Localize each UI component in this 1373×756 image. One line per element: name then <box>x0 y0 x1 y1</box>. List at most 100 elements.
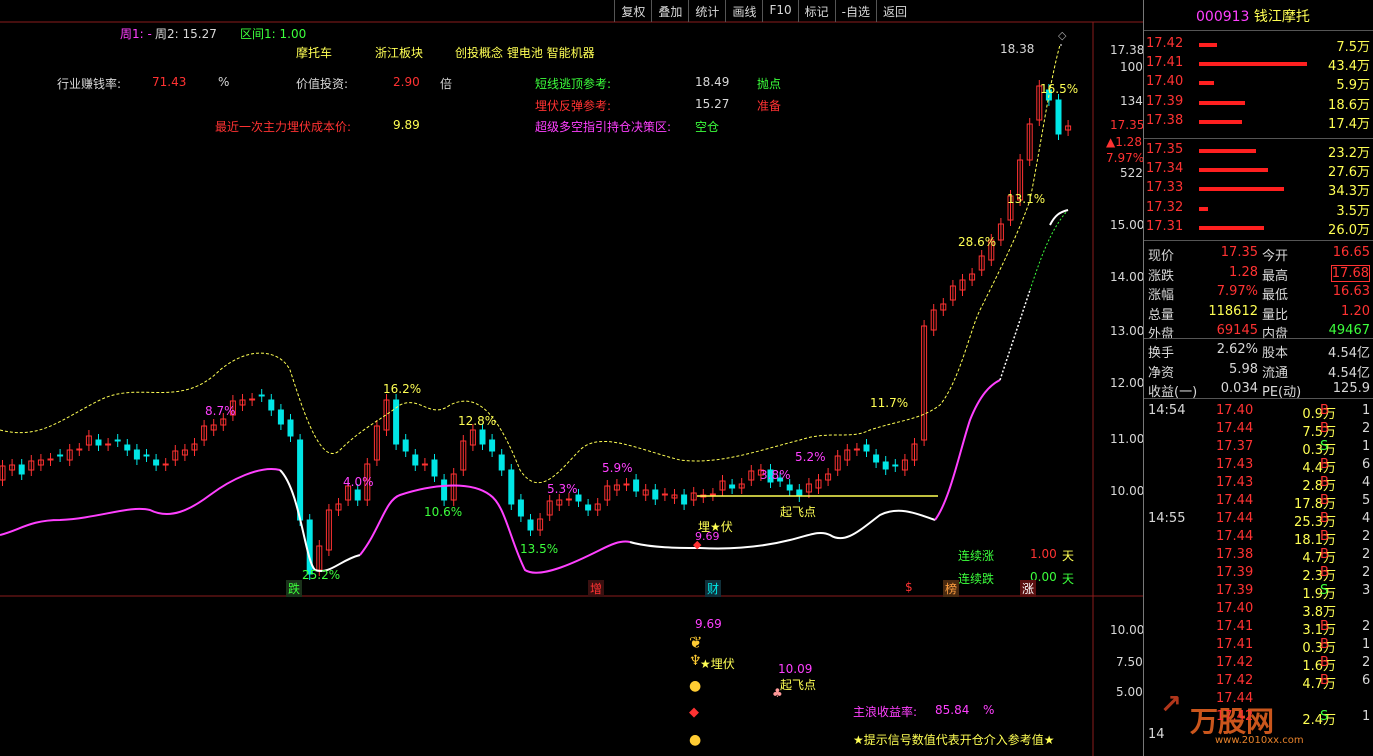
toolbar-button-0[interactable]: 复权 <box>614 0 651 22</box>
axis-522: 522 <box>1120 166 1143 180</box>
stat-value: 4.54亿 <box>1328 365 1370 381</box>
stat-value: 125.9 <box>1332 381 1370 396</box>
pct-5-2: 5.2% <box>795 450 826 464</box>
pct-28-6: 28.6% <box>958 235 997 249</box>
ask-volume: 17.4万 <box>1328 116 1370 132</box>
tick-side: B <box>1320 547 1329 562</box>
bid-price: 17.33 <box>1146 180 1184 196</box>
pct-16-5: 16.5% <box>1040 82 1079 96</box>
tick-price: 17.40 <box>1216 601 1254 616</box>
stat-label: 涨幅 <box>1148 288 1175 303</box>
tick-price: 17.41 <box>1216 619 1254 634</box>
stat-label: 内盘 <box>1262 327 1289 342</box>
ask-price: 17.42 <box>1146 36 1184 51</box>
industry-value: 71.43 <box>152 75 187 89</box>
toolbar-button-6[interactable]: -自选 <box>834 0 876 22</box>
tick-count: 2 <box>1362 421 1371 436</box>
kline-chart[interactable]: 周1: - 周2: 15.27 区间1: 1.00 复权 叠加 统计 画线 F10 标记 -… <box>0 0 1304 756</box>
profit-unit: % <box>983 703 995 717</box>
pct-11-7: 11.7% <box>870 396 909 410</box>
industry-label: 行业赚钱率: <box>57 77 122 91</box>
stat-label: 股本 <box>1262 346 1289 361</box>
stat-label: 量比 <box>1262 307 1289 323</box>
qifei-label: 起飞点 <box>780 505 817 519</box>
stat-label: 今开 <box>1262 249 1289 264</box>
candle-body <box>892 464 899 467</box>
consec-down-label: 连续跌 <box>958 572 995 586</box>
tick-side: B <box>1320 565 1329 580</box>
tick-count: 1 <box>1362 637 1371 652</box>
consec-up-label: 连续涨 <box>958 549 995 563</box>
tick-price: 17.44 <box>1216 493 1254 508</box>
stat-value: 2.62% <box>1216 342 1258 357</box>
candle-body <box>681 494 688 505</box>
toolbar-button-5[interactable]: 标记 <box>797 0 835 22</box>
rebound-value: 15.27 <box>695 97 730 111</box>
ask-volume: 43.4万 <box>1328 59 1370 75</box>
stat-label: 流通 <box>1262 365 1289 381</box>
candle-body <box>863 444 870 452</box>
candle-body <box>633 479 640 492</box>
candle-body <box>105 443 112 446</box>
profit-value: 85.84 <box>935 703 970 717</box>
toolbar-button-2[interactable]: 统计 <box>688 0 725 22</box>
candle-body <box>249 398 256 401</box>
tick-count: 2 <box>1362 529 1371 544</box>
tick-side: B <box>1320 619 1329 634</box>
bid-row: 17.35 23.2万 <box>1144 141 1373 161</box>
ask-price: 17.40 <box>1146 74 1184 90</box>
axis-12: 12.00 <box>1110 376 1145 390</box>
axis-change: ▲1.28 <box>1106 135 1142 149</box>
lower-axis-10: 10.00 <box>1110 623 1145 637</box>
toolbar-button-3[interactable]: 画线 <box>725 0 762 22</box>
candle-body <box>585 504 592 511</box>
candle-body <box>873 454 880 463</box>
stat-value: 17.68 <box>1330 264 1370 282</box>
candle-body <box>47 458 54 461</box>
week2-label: 周2: 15.27 <box>155 27 217 41</box>
candle-body <box>402 439 409 452</box>
candle-body <box>729 484 736 489</box>
ask-price: 17.41 <box>1146 55 1184 71</box>
signal-cai: 财 <box>705 580 722 597</box>
bid-price: 17.35 <box>1146 142 1184 157</box>
candle-body <box>527 519 534 531</box>
tick-count: 4 <box>1362 511 1371 526</box>
stat-label: 外盘 <box>1148 327 1175 342</box>
stat-label: 总量 <box>1148 307 1175 323</box>
bid-price: 17.34 <box>1146 161 1184 177</box>
super-value: 空仓 <box>695 120 720 134</box>
coin-icon: ● <box>689 732 702 748</box>
candle-body <box>153 459 160 466</box>
tick-count: 1 <box>1362 403 1371 418</box>
tick-time: 14:54 <box>1148 403 1186 418</box>
candle-body <box>1055 99 1062 135</box>
pct-3-8: 3.8% <box>760 468 791 482</box>
axis-10: 10.00 <box>1110 484 1145 498</box>
tick-count: 1 <box>1362 439 1371 454</box>
chart-toolbar: 复权 叠加 统计 画线 F10 标记 -自选 返回 <box>614 0 913 22</box>
stat-value: 16.63 <box>1332 284 1370 299</box>
trophy-icon: ♆ <box>689 653 702 669</box>
candle-body <box>354 489 361 501</box>
stat-row: 总量 118612 量比 1.20 <box>1144 303 1373 323</box>
tick-count: 2 <box>1362 565 1371 580</box>
tick-count: 6 <box>1362 457 1371 472</box>
tick-price: 17.44 <box>1216 511 1254 526</box>
candle-body <box>268 399 275 411</box>
toolbar-button-4[interactable]: F10 <box>762 0 797 22</box>
candle-body <box>796 489 803 497</box>
consec-down-unit: 天 <box>1062 572 1075 586</box>
stat-value: 69145 <box>1216 323 1258 338</box>
candle-body <box>517 499 524 517</box>
tick-price: 17.43 <box>1216 475 1254 490</box>
fruit-icon: ♣ <box>772 686 783 700</box>
tick-side: B <box>1320 475 1329 490</box>
tick-count: 3 <box>1362 583 1371 598</box>
stat-value: 118612 <box>1208 303 1258 319</box>
toolbar-button-1[interactable]: 叠加 <box>651 0 688 22</box>
toolbar-button-7[interactable]: 返回 <box>875 0 913 22</box>
bid-volume: 3.5万 <box>1336 203 1370 219</box>
candle-body <box>162 463 169 466</box>
tick-side: B <box>1320 637 1329 652</box>
